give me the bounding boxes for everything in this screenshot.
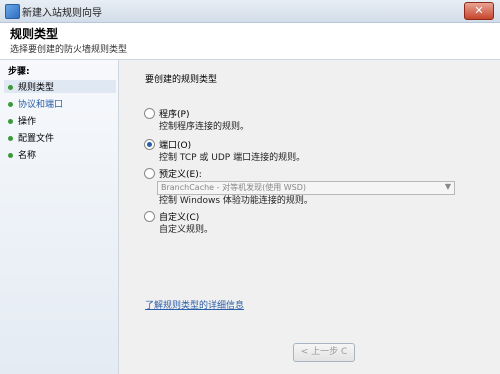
- custom-radio[interactable]: [144, 211, 155, 222]
- firewall-app-icon: [5, 4, 20, 19]
- step-name[interactable]: 名称: [8, 148, 36, 161]
- option-description: 控制 TCP 或 UDP 端口连接的规则。: [159, 153, 306, 163]
- rule-types-help-link[interactable]: 了解规则类型的详细信息: [145, 298, 244, 311]
- step-rule-type[interactable]: 规则类型: [4, 80, 116, 93]
- step-protocol-ports[interactable]: 协议和端口: [8, 97, 63, 110]
- chevron-down-icon: ▼: [444, 182, 451, 191]
- page-description: 选择要创建的防火墙规则类型: [10, 45, 128, 55]
- step-dot-icon: [8, 85, 13, 90]
- option-label: 预定义(E):: [159, 170, 202, 180]
- option-description: 控制 Windows 体验功能连接的规则。: [159, 196, 313, 206]
- step-label: 规则类型: [18, 83, 55, 93]
- step-profile[interactable]: 配置文件: [8, 131, 54, 144]
- title-bar: 新建入站规则向导 ✕: [0, 0, 500, 23]
- wizard-header: 规则类型 选择要创建的防火墙规则类型: [0, 23, 500, 60]
- port-radio[interactable]: [144, 139, 155, 150]
- program-radio[interactable]: [144, 108, 155, 119]
- step-label: 协议和端口: [18, 100, 64, 110]
- rule-type-prompt: 要创建的规则类型: [145, 75, 218, 85]
- close-icon: ✕: [474, 4, 484, 17]
- main-panel: 要创建的规则类型 程序(P) 控制程序连接的规则。 端口(O) 控制 TCP 或…: [119, 60, 500, 374]
- step-label: 操作: [18, 117, 37, 127]
- step-label: 配置文件: [18, 134, 55, 144]
- window-title: 新建入站规则向导: [22, 8, 102, 19]
- back-button[interactable]: < 上一步 C: [293, 343, 355, 362]
- select-value: BranchCache - 对等机发现(使用 WSD): [161, 183, 307, 192]
- step-dot-icon: [8, 102, 13, 107]
- step-dot-icon: [8, 136, 13, 141]
- steps-label: 步骤:: [8, 67, 30, 77]
- option-description: 自定义规则。: [159, 225, 214, 235]
- page-title: 规则类型: [10, 27, 59, 41]
- steps-sidebar: 步骤: 规则类型 协议和端口 操作 配置文件 名称: [0, 60, 119, 374]
- step-dot-icon: [8, 119, 13, 124]
- step-label: 名称: [18, 151, 37, 161]
- step-action[interactable]: 操作: [8, 114, 36, 127]
- predefined-radio[interactable]: [144, 168, 155, 179]
- step-dot-icon: [8, 153, 13, 158]
- option-description: 控制程序连接的规则。: [159, 122, 250, 132]
- close-button[interactable]: ✕: [464, 2, 494, 20]
